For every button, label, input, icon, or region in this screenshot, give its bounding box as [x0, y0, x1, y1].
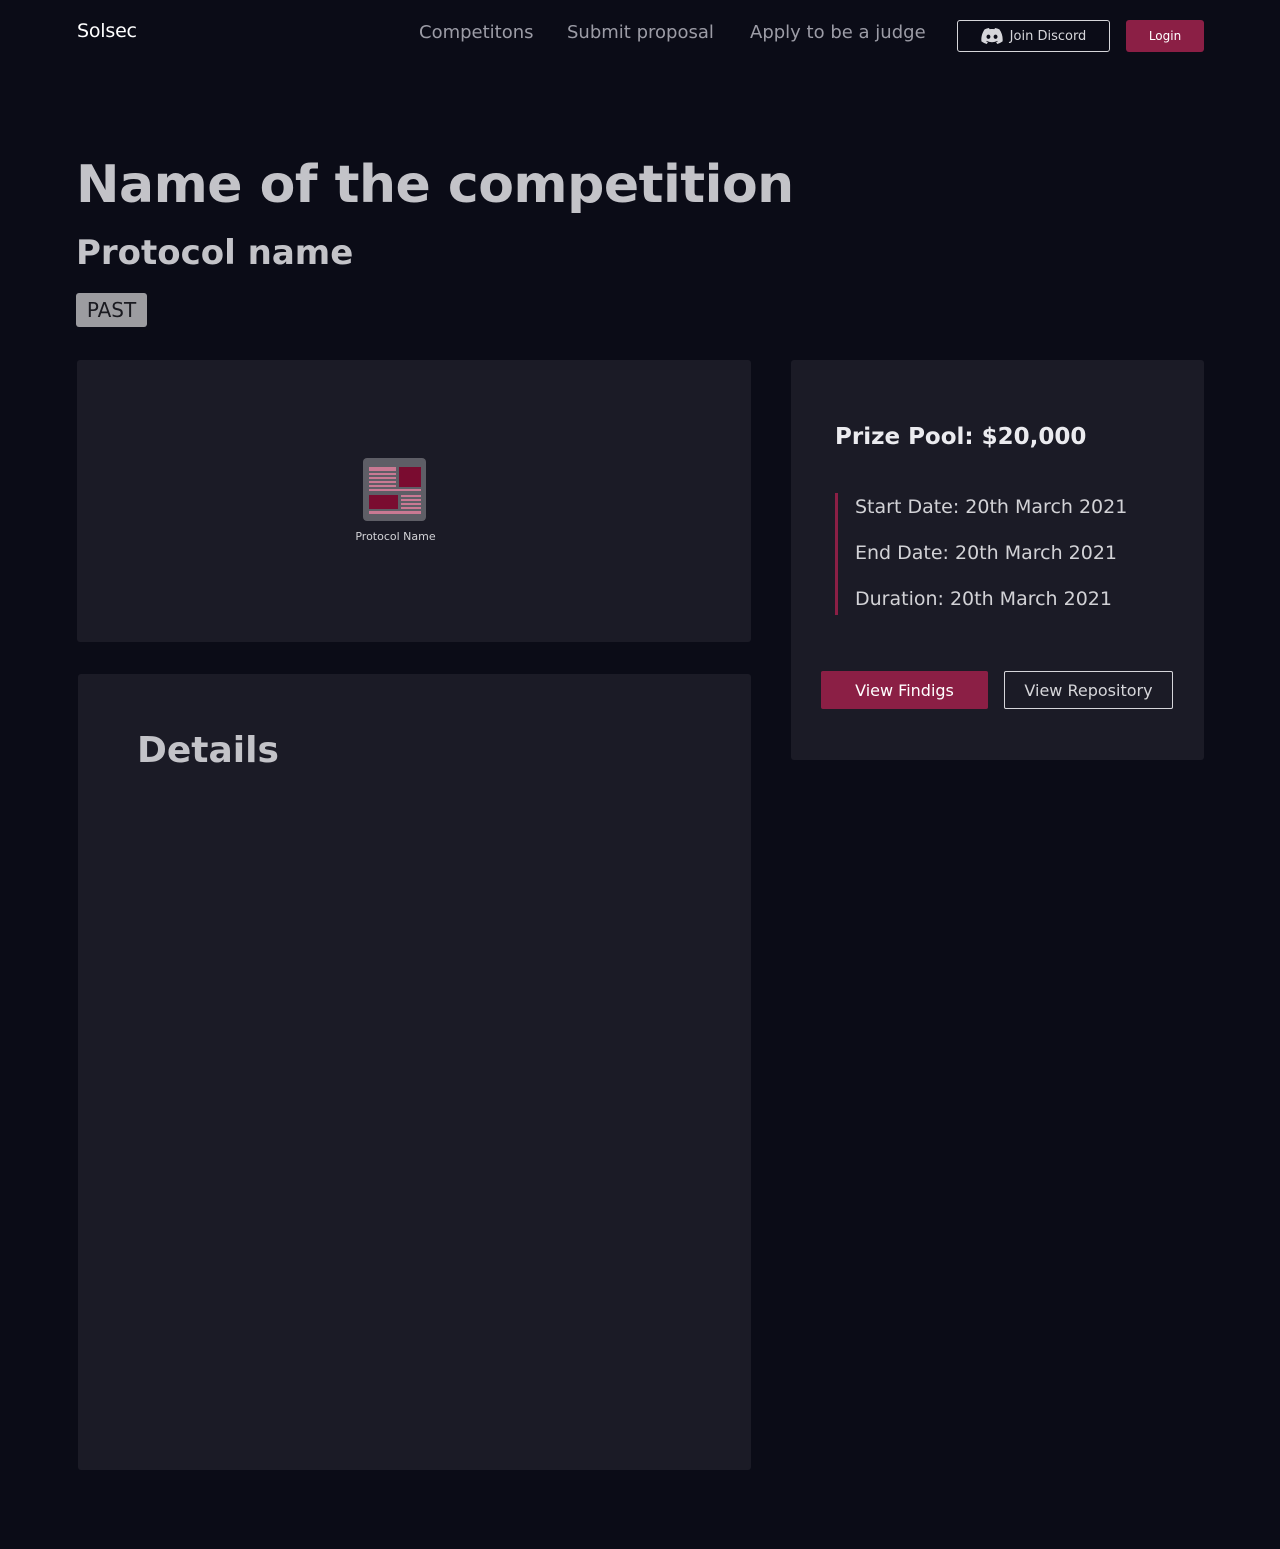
details-heading: Details [137, 730, 279, 771]
prize-pool: Prize Pool: $20,000 [835, 424, 1087, 450]
login-button[interactable]: Login [1126, 20, 1204, 52]
nav-link-competitions[interactable]: Competitons [419, 22, 534, 43]
document-layout-icon [363, 458, 426, 521]
view-repository-button[interactable]: View Repository [1004, 671, 1173, 709]
protocol-card: Protocol Name [77, 360, 751, 642]
details-card: Details [78, 674, 751, 1470]
status-badge: PAST [76, 293, 147, 327]
prize-card: Prize Pool: $20,000 Start Date: 20th Mar… [791, 360, 1204, 760]
nav-link-submit-proposal[interactable]: Submit proposal [567, 22, 714, 43]
join-discord-button[interactable]: Join Discord [957, 20, 1110, 52]
join-discord-label: Join Discord [1009, 28, 1087, 44]
duration: Duration: 20th March 2021 [855, 588, 1112, 610]
start-date: Start Date: 20th March 2021 [855, 496, 1128, 518]
view-findings-button[interactable]: View Findigs [821, 671, 988, 709]
protocol-name: Protocol name [76, 233, 354, 273]
competition-page: Solsec Competitons Submit proposal Apply… [0, 0, 1280, 1549]
end-date: End Date: 20th March 2021 [855, 542, 1118, 564]
brand-logo[interactable]: Solsec [77, 20, 137, 42]
discord-icon [981, 28, 1003, 44]
protocol-caption: Protocol Name [355, 530, 436, 543]
nav-link-apply-judge[interactable]: Apply to be a judge [750, 22, 926, 43]
dates-list: Start Date: 20th March 2021 End Date: 20… [835, 493, 1165, 615]
page-title: Name of the competition [76, 155, 794, 215]
